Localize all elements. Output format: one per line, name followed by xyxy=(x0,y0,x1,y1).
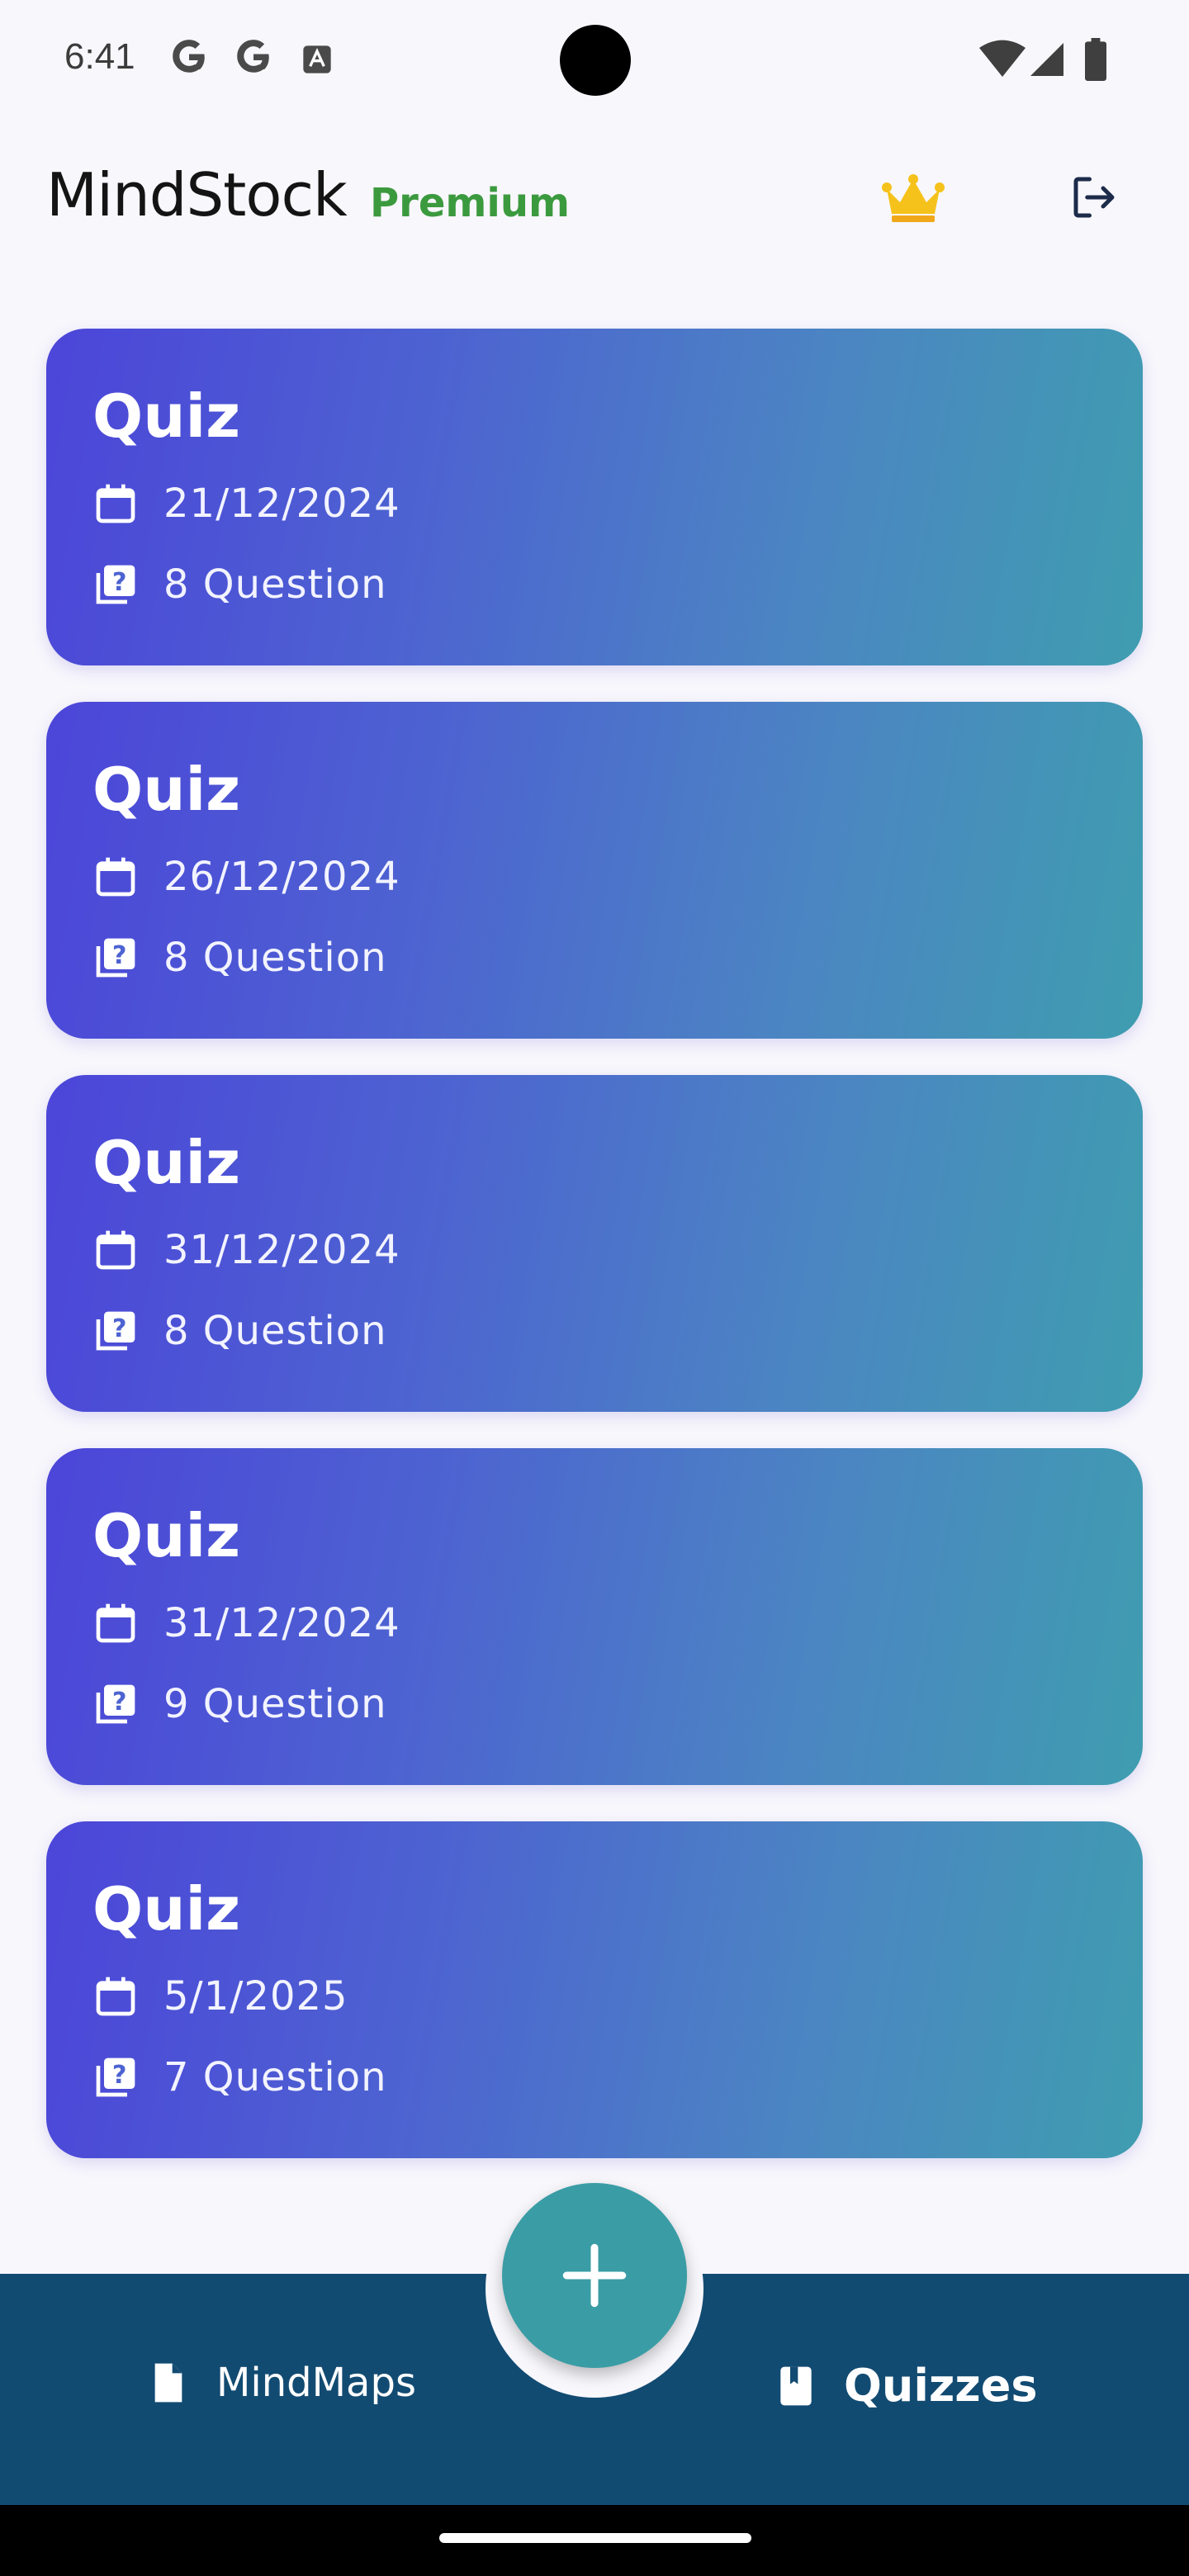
quiz-card[interactable]: Quiz 26/12/2024 ? 8 Question xyxy=(46,702,1143,1039)
quiz-date: 31/12/2024 xyxy=(163,1227,400,1273)
quiz-question-count: 8 Question xyxy=(163,935,387,981)
quiz-count-row: ? 8 Question xyxy=(92,561,386,608)
quiz-title: Quiz xyxy=(92,1128,241,1197)
app-title: MindStock xyxy=(46,160,348,230)
quiz-count-row: ? 8 Question xyxy=(92,1308,386,1354)
question-book-icon: ? xyxy=(96,938,135,978)
crown-icon[interactable] xyxy=(882,173,945,225)
quiz-question-count: 8 Question xyxy=(163,1308,387,1354)
status-time: 6:41 xyxy=(64,36,135,77)
question-book-icon: ? xyxy=(96,565,135,604)
quiz-date-row: 26/12/2024 xyxy=(92,854,400,900)
quiz-date-row: 31/12/2024 xyxy=(92,1227,400,1273)
signal-icon xyxy=(1030,43,1063,76)
quiz-list: Quiz 21/12/2024 ? 8 Question Quiz 26/12/… xyxy=(46,329,1143,2195)
quiz-question-count: 9 Question xyxy=(163,1681,387,1727)
nav-mindmaps-label: MindMaps xyxy=(216,2360,416,2406)
quiz-title: Quiz xyxy=(92,1874,241,1944)
svg-text:?: ? xyxy=(112,568,127,597)
wifi-icon xyxy=(979,40,1026,77)
quiz-question-count: 8 Question xyxy=(163,561,387,608)
quiz-card[interactable]: Quiz 31/12/2024 ? 8 Question xyxy=(46,1075,1143,1412)
status-bar: 6:41 xyxy=(0,0,1189,116)
home-gesture-handle[interactable] xyxy=(439,2533,751,2543)
quiz-title: Quiz xyxy=(92,381,241,451)
calendar-icon xyxy=(96,1230,135,1270)
calendar-icon xyxy=(96,857,135,897)
svg-text:?: ? xyxy=(112,941,127,970)
document-icon xyxy=(154,2363,182,2403)
svg-text:?: ? xyxy=(112,2061,127,2090)
nav-mindmaps[interactable]: MindMaps xyxy=(145,2360,416,2406)
quiz-date-row: 31/12/2024 xyxy=(92,1600,400,1646)
google-g-icon xyxy=(237,40,269,73)
quiz-title: Quiz xyxy=(92,755,241,824)
svg-text:?: ? xyxy=(112,1688,127,1717)
quiz-date: 5/1/2025 xyxy=(163,1973,348,2020)
nav-quizzes-label: Quizzes xyxy=(844,2360,1038,2412)
calendar-icon xyxy=(96,484,135,523)
question-book-icon: ? xyxy=(96,2057,135,2097)
premium-badge: Premium xyxy=(370,180,571,226)
front-camera xyxy=(560,25,631,96)
logout-icon[interactable] xyxy=(1067,170,1121,225)
plus-icon xyxy=(562,2243,627,2308)
google-g-icon xyxy=(173,40,205,73)
question-book-icon: ? xyxy=(96,1684,135,1724)
calendar-icon xyxy=(96,1977,135,2016)
quiz-date-row: 21/12/2024 xyxy=(92,481,400,527)
question-book-icon: ? xyxy=(96,1311,135,1351)
quiz-card[interactable]: Quiz 31/12/2024 ? 9 Question xyxy=(46,1448,1143,1785)
quiz-card[interactable]: Quiz 5/1/2025 ? 7 Question xyxy=(46,1821,1143,2158)
nav-quizzes[interactable]: Quizzes xyxy=(773,2360,1037,2412)
calendar-icon xyxy=(96,1603,135,1643)
quiz-count-row: ? 8 Question xyxy=(92,935,386,981)
quiz-date: 26/12/2024 xyxy=(163,854,400,900)
svg-text:?: ? xyxy=(112,1314,127,1343)
quiz-card[interactable]: Quiz 21/12/2024 ? 8 Question xyxy=(46,329,1143,665)
font-a-icon xyxy=(303,45,331,73)
quiz-title: Quiz xyxy=(92,1501,241,1570)
quiz-date-row: 5/1/2025 xyxy=(92,1973,348,2020)
battery-icon xyxy=(1085,38,1106,81)
quiz-date: 21/12/2024 xyxy=(163,481,400,527)
book-icon xyxy=(780,2366,812,2405)
quiz-count-row: ? 7 Question xyxy=(92,2054,386,2100)
quiz-date: 31/12/2024 xyxy=(163,1600,400,1646)
add-quiz-button[interactable] xyxy=(502,2183,687,2368)
quiz-count-row: ? 9 Question xyxy=(92,1681,386,1727)
quiz-question-count: 7 Question xyxy=(163,2054,387,2100)
